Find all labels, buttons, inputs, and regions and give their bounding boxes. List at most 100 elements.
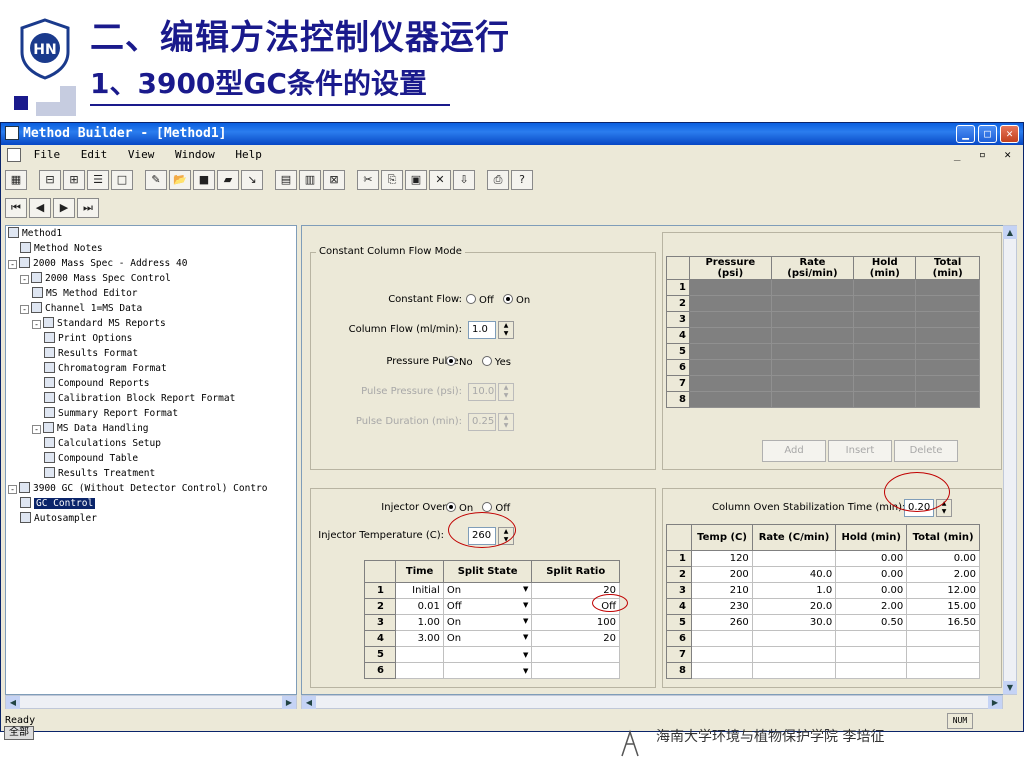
table-cell[interactable] [688, 295, 772, 312]
dropdown-arrow-icon[interactable]: ▼ [523, 601, 528, 609]
hold-cell[interactable] [835, 646, 908, 663]
split-state-cell[interactable]: Off ▼ [442, 598, 533, 615]
hold-cell[interactable]: 0.00 [835, 550, 908, 567]
injector-oven-off-radio[interactable] [482, 502, 493, 512]
open-folder-icon[interactable]: ▰ [217, 170, 239, 190]
column-flow-input[interactable]: 1.0 [468, 321, 496, 339]
table-cell[interactable] [853, 311, 917, 328]
toolbar-window-icon[interactable]: □ [111, 170, 133, 190]
open-icon[interactable]: 📂 [169, 170, 191, 190]
menu-file[interactable]: File [34, 148, 61, 161]
dropdown-arrow-icon[interactable]: ▼ [523, 585, 528, 593]
tree-item[interactable]: Compound Reports [44, 376, 150, 391]
tree-item[interactable]: Results Format [44, 346, 138, 361]
table-cell[interactable] [770, 359, 855, 376]
toolbar-split-icon[interactable]: ⊟ [39, 170, 61, 190]
table-cell[interactable] [915, 311, 980, 328]
table-cell[interactable] [915, 375, 980, 392]
tree-item[interactable]: Chromatogram Format [44, 361, 167, 376]
previous-icon[interactable]: ◀ [29, 198, 51, 218]
total-cell[interactable] [906, 662, 980, 679]
total-cell[interactable]: 16.50 [906, 614, 980, 631]
toolbar-tile-icon[interactable]: ⊞ [63, 170, 85, 190]
pulse-duration-spinner[interactable]: ▲ ▼ [498, 413, 514, 431]
pulse-duration-input[interactable]: 0.25 [468, 413, 496, 431]
table-cell[interactable] [688, 375, 772, 392]
total-cell[interactable] [906, 630, 980, 647]
temp-cell[interactable]: 260 [691, 614, 753, 631]
temp-cell[interactable]: 230 [691, 598, 753, 615]
table-cell[interactable] [915, 391, 980, 408]
copy-icon[interactable]: ⎘ [381, 170, 403, 190]
hold-cell[interactable]: 0.50 [835, 614, 908, 631]
menu-edit[interactable]: Edit [81, 148, 108, 161]
table-cell[interactable] [688, 311, 772, 328]
total-cell[interactable] [906, 646, 980, 663]
table-cell[interactable] [770, 327, 855, 344]
tree-expander-icon[interactable]: - [8, 260, 17, 269]
tree-expander-icon[interactable]: - [8, 485, 17, 494]
table-cell[interactable] [688, 343, 772, 360]
table-cell[interactable] [853, 391, 917, 408]
menu-window[interactable]: Window [175, 148, 215, 161]
tree-item[interactable]: Method1 [8, 226, 62, 241]
time-cell[interactable]: 1.00 [395, 614, 444, 631]
toolbar-horizontal-icon[interactable]: ☰ [87, 170, 109, 190]
hold-cell[interactable]: 0.00 [835, 582, 908, 599]
split-ratio-cell[interactable]: 20 [531, 630, 620, 647]
rate-cell[interactable] [751, 630, 837, 647]
time-cell[interactable]: Initial [395, 582, 444, 599]
constant-flow-on-radio[interactable] [502, 294, 513, 304]
maximize-button[interactable]: □ [978, 125, 997, 143]
table-cell[interactable] [688, 279, 772, 296]
table-cell[interactable] [688, 359, 772, 376]
temp-cell[interactable]: 200 [691, 566, 753, 583]
split-ratio-cell[interactable] [531, 662, 620, 679]
tree-item[interactable]: Results Treatment [44, 466, 155, 481]
hold-cell[interactable] [835, 662, 908, 679]
delete-button[interactable]: Delete [894, 440, 958, 462]
help-icon[interactable]: ? [511, 170, 533, 190]
scroll-down-icon[interactable]: ▼ [1003, 681, 1017, 694]
tree-hscroll[interactable]: ◀ ▶ [5, 695, 297, 709]
cut-icon[interactable]: ✂ [357, 170, 379, 190]
paste-icon[interactable]: ▣ [405, 170, 427, 190]
table-cell[interactable] [770, 343, 855, 360]
table-cell[interactable] [688, 327, 772, 344]
last-icon[interactable]: ⏭ [77, 198, 99, 218]
import-icon[interactable]: ⇩ [453, 170, 475, 190]
tree-item[interactable]: Autosampler [20, 511, 97, 526]
total-cell[interactable]: 12.00 [906, 582, 980, 599]
tree-expander-icon[interactable]: - [32, 425, 41, 434]
table-cell[interactable] [915, 295, 980, 312]
tree-item[interactable]: - 2000 Mass Spec - Address 40 [8, 256, 187, 271]
rate-cell[interactable]: 30.0 [751, 614, 837, 631]
new-icon[interactable]: ✎ [145, 170, 167, 190]
wand-icon[interactable]: ↘ [241, 170, 263, 190]
tree-item[interactable]: Print Options [44, 331, 132, 346]
time-cell[interactable]: 0.01 [395, 598, 444, 615]
temp-cell[interactable]: 210 [691, 582, 753, 599]
table-cell[interactable] [770, 311, 855, 328]
time-cell[interactable] [395, 646, 444, 663]
tree-item[interactable]: - Channel 1=MS Data [20, 301, 142, 316]
tree-item[interactable]: Calibration Block Report Format [44, 391, 235, 406]
add-button[interactable]: Add [762, 440, 826, 462]
scroll-left-icon[interactable]: ◀ [6, 696, 20, 709]
tree-item[interactable]: - 3900 GC (Without Detector Control) Cont… [8, 481, 268, 496]
time-cell[interactable]: 3.00 [395, 630, 444, 647]
table-cell[interactable] [853, 327, 917, 344]
table-cell[interactable] [915, 327, 980, 344]
total-cell[interactable]: 2.00 [906, 566, 980, 583]
split-ratio-cell[interactable] [531, 646, 620, 663]
scroll-up-icon[interactable]: ▲ [1003, 226, 1017, 239]
table-cell[interactable] [770, 375, 855, 392]
temp-cell[interactable] [691, 662, 753, 679]
tree-item[interactable]: Summary Report Format [44, 406, 178, 421]
hold-cell[interactable] [835, 630, 908, 647]
split-state-cell[interactable]: On ▼ [442, 630, 533, 647]
next-icon[interactable]: ▶ [53, 198, 75, 218]
save-icon[interactable]: ■ [193, 170, 215, 190]
temp-cell[interactable] [691, 630, 753, 647]
column-flow-spinner[interactable]: ▲ ▼ [498, 321, 514, 339]
